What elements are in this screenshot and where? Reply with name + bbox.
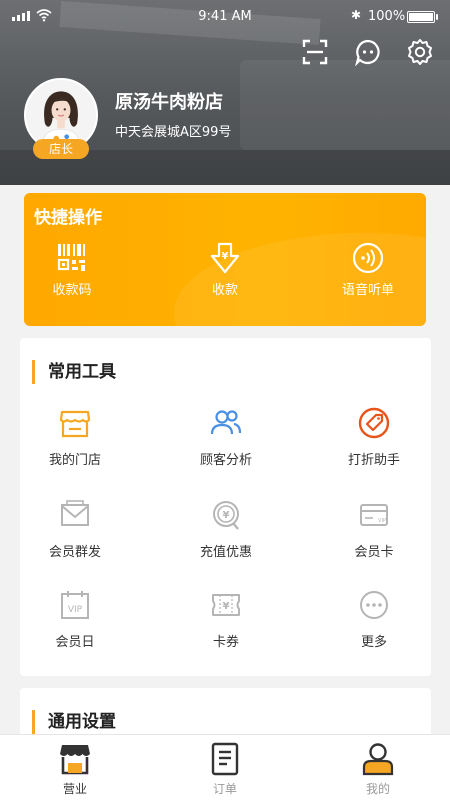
- common-tools-title: 常用工具: [32, 360, 116, 384]
- discount-tag-icon: [357, 406, 391, 440]
- settings-icon[interactable]: [406, 38, 434, 66]
- tool-more[interactable]: 更多: [314, 588, 434, 650]
- bottom-tab-bar: 营业 订单 我的: [0, 734, 450, 800]
- battery-tip: [436, 14, 438, 20]
- quick-action-label: 语音听单: [341, 283, 394, 298]
- shop-tab-icon: [58, 741, 92, 777]
- status-bar: 9:41 AM ✱ 100%: [0, 0, 450, 32]
- bluetooth-icon: ✱: [351, 8, 362, 22]
- tab-label: 订单: [212, 782, 237, 796]
- quick-actions-panel: 快捷操作 收款码 ¥ 收款 语音听单: [24, 193, 426, 326]
- message-icon[interactable]: [354, 38, 382, 67]
- store-header: 9:41 AM ✱ 100% 店长 原汤牛肉粉店 中天会展城A区99号: [0, 0, 450, 185]
- receive-money-icon: ¥: [208, 241, 242, 275]
- common-tools-card: 常用工具 我的门店 顾客分析 打折助手 会员群发 ¥ 充值优惠 VIP 会员卡 …: [20, 338, 431, 676]
- mail-icon: [58, 498, 92, 532]
- voice-order-icon: [351, 241, 385, 275]
- coupon-icon: ¥: [209, 588, 243, 622]
- tool-customer-analysis[interactable]: 顾客分析: [166, 406, 286, 468]
- tool-label: 会员卡: [354, 545, 394, 560]
- store-icon: [58, 406, 92, 440]
- svg-text:VIP: VIP: [68, 605, 83, 615]
- role-badge: 店长: [33, 139, 89, 159]
- store-name: 原汤牛肉粉店: [115, 92, 223, 113]
- quick-action-label: 收款码: [52, 283, 92, 298]
- tab-orders[interactable]: 订单: [180, 741, 270, 797]
- vip-calendar-icon: VIP: [58, 588, 92, 622]
- tool-member-broadcast[interactable]: 会员群发: [15, 498, 135, 560]
- tool-label: 顾客分析: [199, 453, 252, 468]
- tool-label: 更多: [360, 635, 387, 650]
- tool-recharge-offer[interactable]: ¥ 充值优惠: [166, 498, 286, 560]
- battery-percent: 100%: [368, 9, 406, 24]
- battery-icon: [407, 11, 435, 23]
- qrcode-icon: [55, 241, 89, 275]
- quick-action-qrcode[interactable]: 收款码: [24, 241, 132, 298]
- order-tab-icon: [208, 741, 242, 777]
- profile-tab-icon: [361, 741, 395, 777]
- tool-coupons[interactable]: ¥ 卡券: [166, 588, 286, 650]
- quick-actions-title: 快捷操作: [34, 208, 102, 228]
- svg-text:¥: ¥: [223, 510, 230, 521]
- tool-member-day[interactable]: VIP 会员日: [15, 588, 135, 650]
- tool-label: 我的门店: [48, 453, 101, 468]
- tab-profile[interactable]: 我的: [333, 741, 423, 797]
- tab-label: 营业: [62, 782, 87, 796]
- tool-label: 卡券: [212, 635, 239, 650]
- tool-label: 会员群发: [48, 545, 101, 560]
- member-card-icon: VIP: [357, 498, 391, 532]
- tool-label: 打折助手: [347, 453, 400, 468]
- svg-text:¥: ¥: [222, 251, 229, 262]
- svg-text:¥: ¥: [223, 601, 230, 612]
- quick-action-receive[interactable]: ¥ 收款: [165, 241, 285, 298]
- tool-member-card[interactable]: VIP 会员卡: [314, 498, 434, 560]
- tool-discount-helper[interactable]: 打折助手: [314, 406, 434, 468]
- general-settings-title[interactable]: 通用设置: [32, 710, 116, 734]
- tool-my-store[interactable]: 我的门店: [15, 406, 135, 468]
- header-background-shade: [240, 60, 450, 150]
- store-address: 中天会展城A区99号: [115, 125, 232, 140]
- tool-label: 会员日: [55, 635, 95, 650]
- tab-label: 我的: [365, 782, 390, 796]
- quick-action-voice[interactable]: 语音听单: [308, 241, 426, 298]
- scan-icon[interactable]: [301, 38, 329, 66]
- customers-icon: [209, 406, 243, 440]
- more-icon: [357, 588, 391, 622]
- tab-business[interactable]: 营业: [30, 741, 120, 797]
- recharge-icon: ¥: [209, 498, 243, 532]
- quick-action-label: 收款: [211, 283, 238, 298]
- svg-text:VIP: VIP: [378, 518, 386, 524]
- tool-label: 充值优惠: [199, 545, 252, 560]
